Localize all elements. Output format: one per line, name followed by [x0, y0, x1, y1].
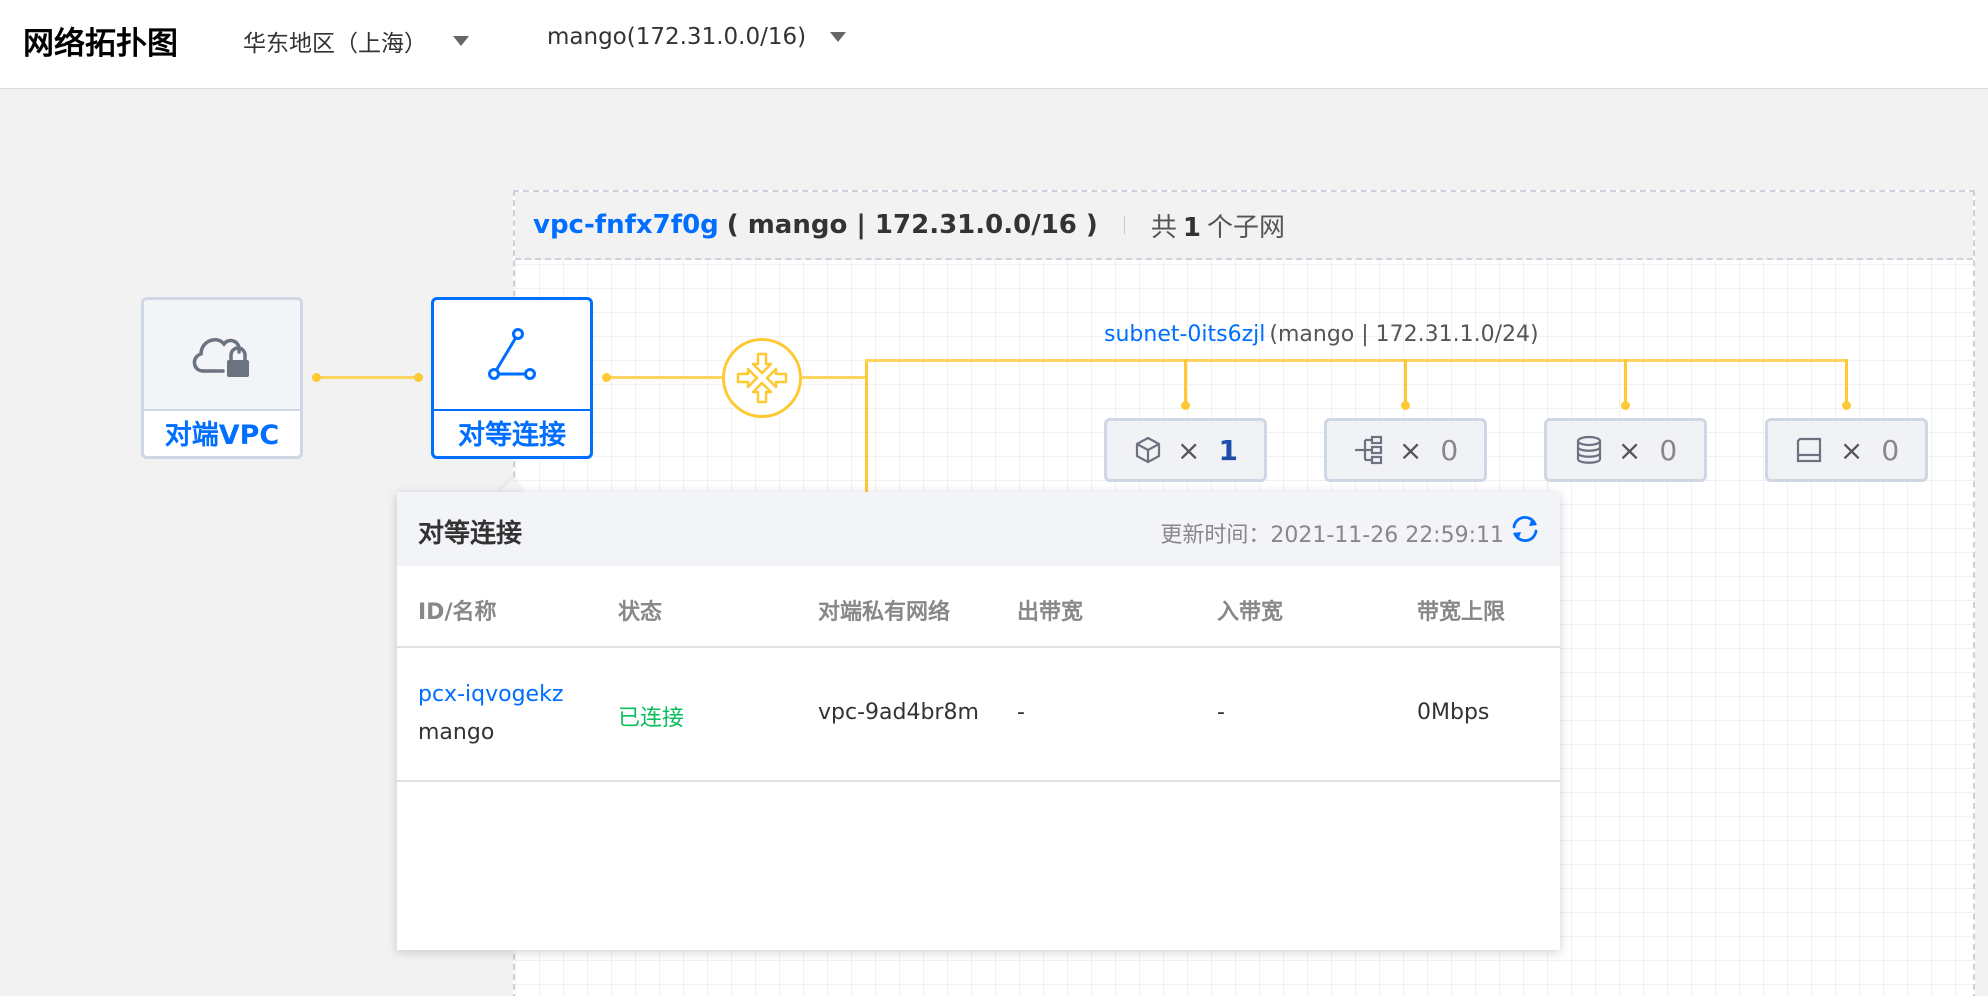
connector-dot [1842, 401, 1851, 410]
peer-vpc-label: 对端VPC [164, 420, 280, 451]
vpc-header: vpc-fnfx7f0g ( mango | 172.31.0.0/16 ) 共… [515, 192, 1973, 260]
update-time: 更新时间：2021-11-26 22:59:11 [1160, 523, 1504, 548]
multiply-sign: × [1839, 433, 1864, 467]
status-badge: 已连接 [618, 706, 685, 731]
peer-vpc-icon-area [144, 300, 300, 411]
in-bandwidth: - [1217, 700, 1225, 725]
multiply-sign: × [1617, 433, 1642, 467]
column-header-bandwidth-limit: 带宽上限 [1417, 600, 1506, 625]
database-icon [1576, 435, 1601, 464]
refresh-icon[interactable] [1508, 512, 1542, 546]
connector-dot [414, 373, 423, 382]
column-header-id: ID/名称 [418, 600, 497, 625]
multiply-sign: × [1177, 433, 1201, 467]
subnet-count-value: 1 [1182, 212, 1201, 243]
connector-dot [1621, 401, 1630, 410]
vpc-id-link[interactable]: vpc-fnfx7f0g [533, 210, 719, 240]
subnet-title: subnet-0its6zjl (mango | 172.31.1.0/24) [1104, 322, 1539, 347]
divider [1123, 216, 1125, 234]
table-header: ID/名称 状态 对端私有网络 出带宽 入带宽 带宽上限 [397, 566, 1560, 648]
chevron-down-icon [830, 32, 847, 42]
router-icon [736, 352, 788, 404]
column-header-in-bandwidth: 入带宽 [1217, 600, 1284, 625]
peering-name: mango [418, 720, 495, 745]
peering-id-link[interactable]: pcx-iqvogekz [418, 682, 563, 707]
subnet-id-link[interactable]: subnet-0its6zjl [1104, 322, 1265, 347]
popup-header: 对等连接 更新时间：2021-11-26 22:59:11 [397, 492, 1560, 566]
resource-count: 0 [1659, 433, 1678, 467]
connector-line [865, 360, 868, 492]
vpc-dropdown-label: mango(172.31.0.0/16) [547, 24, 807, 50]
subnet-bus-line [865, 359, 1848, 362]
connector-line [316, 376, 420, 379]
subnet-count-prefix: 共 [1150, 212, 1177, 243]
resource-count: 0 [1440, 433, 1459, 467]
column-header-peer-vpc: 对端私有网络 [818, 600, 951, 625]
resource-count: 0 [1881, 433, 1900, 467]
tree-icon [1354, 435, 1382, 465]
column-header-out-bandwidth: 出带宽 [1017, 600, 1084, 625]
chevron-down-icon [453, 36, 469, 46]
subnet-count-suffix: 个子网 [1206, 212, 1285, 243]
peering-label: 对等连接 [458, 420, 566, 451]
peering-detail-popup: 对等连接 更新时间：2021-11-26 22:59:11 ID/名称 状态 对… [397, 492, 1560, 950]
region-dropdown[interactable]: 华东地区（上海） [243, 24, 469, 58]
out-bandwidth: - [1017, 700, 1025, 725]
connector-dot [1401, 401, 1410, 410]
connector-line [606, 376, 722, 379]
connector-line [1404, 359, 1407, 404]
multiply-sign: × [1398, 433, 1423, 467]
connector-line [1624, 359, 1627, 404]
cube-icon [1135, 436, 1161, 464]
subnet-meta: (mango | 172.31.1.0/24) [1269, 322, 1539, 347]
disk-count-box[interactable]: × 0 [1765, 418, 1928, 482]
resource-count: 1 [1218, 433, 1238, 467]
peering-icon-area [434, 300, 590, 411]
clb-count-box[interactable]: × 0 [1324, 418, 1487, 482]
popup-title: 对等连接 [418, 519, 523, 549]
page-title: 网络拓扑图 [23, 26, 178, 62]
vpc-dropdown[interactable]: mango(172.31.0.0/16) [547, 24, 847, 50]
connector-line [802, 376, 868, 379]
connector-dot [312, 373, 321, 382]
region-dropdown-label: 华东地区（上海） [243, 31, 427, 57]
peering-connection-node[interactable]: 对等连接 [431, 297, 593, 459]
database-count-box[interactable]: × 0 [1544, 418, 1707, 482]
peer-vpc-id: vpc-9ad4br8m [818, 700, 979, 725]
connector-dot [1181, 401, 1190, 410]
disk-icon [1796, 437, 1821, 463]
connector-line [1845, 359, 1848, 404]
peer-vpc-node[interactable]: 对端VPC [141, 297, 303, 459]
cvm-count-box[interactable]: × 1 [1104, 418, 1267, 482]
table-row: pcx-iqvogekz mango 已连接 vpc-9ad4br8m - - … [397, 648, 1560, 782]
router-node[interactable] [722, 338, 802, 418]
peering-link-icon [488, 327, 536, 380]
subnet-count: 共 1 个子网 [1151, 207, 1285, 244]
bandwidth-limit: 0Mbps [1417, 700, 1490, 725]
top-bar: 网络拓扑图 华东地区（上海） mango(172.31.0.0/16) [0, 0, 1988, 89]
vpc-meta: ( mango | 172.31.0.0/16 ) [726, 210, 1098, 240]
connector-line [1184, 359, 1187, 404]
connector-dot [602, 373, 611, 382]
cloud-lock-icon [192, 337, 249, 377]
column-header-status: 状态 [618, 600, 663, 625]
